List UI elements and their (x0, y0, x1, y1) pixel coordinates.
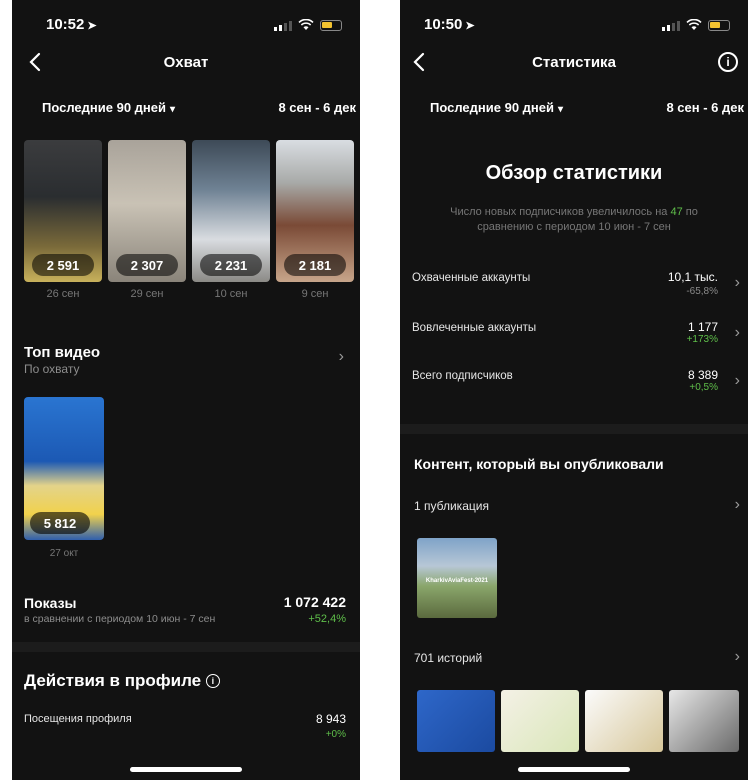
status-icons (274, 19, 342, 31)
story-thumbnail[interactable] (585, 690, 663, 752)
period-selector[interactable]: Последние 90 дней ▾ (42, 100, 175, 115)
story-thumbnail[interactable]: 2 591 (24, 140, 102, 282)
top-video-thumbnail[interactable]: 5 812 (24, 397, 104, 540)
status-time: 10:52 ➤ (46, 16, 97, 33)
reach-count: 2 591 (32, 254, 94, 276)
top-video-subtitle: По охвату (24, 362, 80, 376)
metric-delta: +173% (686, 334, 718, 345)
time-label: 10:50 (424, 16, 463, 33)
metric-delta: +0,5% (689, 382, 718, 393)
wifi-icon (686, 19, 702, 31)
wifi-icon (298, 19, 314, 31)
chevron-right-icon[interactable]: › (735, 648, 740, 666)
reach-count: 2 181 (284, 254, 346, 276)
thumb-date: 26 сен (46, 288, 80, 300)
page-title: Охват (163, 54, 209, 71)
new-followers-count: 47 (670, 206, 683, 218)
signal-icon (662, 21, 680, 31)
chevron-right-icon: › (734, 274, 740, 291)
impressions-value: 1 072 422 (283, 594, 346, 610)
date-range: 8 сен - 6 дек (278, 100, 356, 115)
reach-screen: 10:52 ➤ Охват Последние 90 дней ▾ 8 сен - … (12, 0, 360, 780)
period-label: Последние 90 дней (42, 100, 166, 115)
posts-label[interactable]: 1 публикация (414, 499, 489, 513)
profile-actions-label: Действия в профиле (24, 671, 202, 690)
location-icon: ➤ (87, 20, 97, 32)
chevron-down-icon: ▾ (170, 104, 176, 115)
story-thumbnail[interactable] (417, 690, 495, 752)
visits-value: 8 943 (315, 712, 346, 726)
story-thumbnail[interactable] (669, 690, 739, 752)
metric-delta: -65,8% (686, 286, 718, 297)
chevron-down-icon: ▾ (558, 104, 564, 115)
period-label: Последние 90 дней (430, 100, 554, 115)
status-bar: 10:52 ➤ (12, 10, 360, 40)
top-video-title: Топ видео (24, 344, 101, 361)
impressions-subtitle: в сравнении с периодом 10 июн - 7 сен (24, 613, 216, 625)
profile-actions-title: Действия в профиле i (24, 671, 220, 691)
chevron-right-icon[interactable]: › (339, 348, 344, 366)
nav-bar: Охват (12, 48, 360, 78)
time-label: 10:52 (46, 16, 85, 33)
reach-thumbnails: 2 591 26 сен 2 307 29 сен 2 231 10 сен 2… (24, 140, 360, 300)
page-title: Статистика (532, 54, 616, 71)
battery-icon (320, 20, 342, 31)
section-divider (12, 642, 360, 652)
content-title: Контент, который вы опубликовали (414, 456, 664, 472)
story-thumbnail[interactable]: 2 231 (192, 140, 270, 282)
stories-row (417, 690, 739, 752)
overview-text-before: Число новых подписчиков увеличилось на (450, 206, 668, 218)
location-icon: ➤ (465, 20, 475, 32)
chevron-right-icon: › (734, 372, 740, 389)
thumb-date: 29 сен (130, 288, 164, 300)
status-bar: 10:50 ➤ (400, 10, 748, 40)
metric-value: 8 389 (687, 368, 718, 382)
overview-title: Обзор статистики (485, 162, 663, 184)
metric-value: 1 177 (687, 320, 718, 334)
period-selector[interactable]: Последние 90 дней ▾ (430, 100, 563, 115)
stories-label[interactable]: 701 историй (414, 651, 482, 665)
date-range: 8 сен - 6 дек (666, 100, 744, 115)
chevron-right-icon: › (734, 324, 740, 341)
info-icon[interactable]: i (205, 674, 220, 688)
status-icons (662, 19, 730, 31)
story-thumbnail[interactable]: 2 181 (276, 140, 354, 282)
reach-count: 2 307 (116, 254, 178, 276)
thumb-date: 9 сен (301, 288, 329, 300)
signal-icon (274, 21, 292, 31)
info-icon[interactable]: i (718, 52, 738, 72)
home-indicator (518, 767, 630, 772)
video-date: 27 окт (49, 548, 79, 559)
overview-text: Число новых подписчиков увеличилось на 4… (430, 205, 718, 235)
filter-bar: Последние 90 дней ▾ 8 сен - 6 дек (12, 100, 360, 120)
nav-bar: Статистика i (400, 48, 748, 78)
video-view-count: 5 812 (30, 512, 90, 534)
status-time: 10:50 ➤ (424, 16, 475, 33)
battery-icon (708, 20, 730, 31)
story-thumbnail[interactable] (501, 690, 579, 752)
filter-bar: Последние 90 дней ▾ 8 сен - 6 дек (400, 100, 748, 120)
impressions-delta: +52,4% (308, 613, 346, 625)
metric-label: Охваченные аккаунты (412, 272, 531, 284)
post-caption: KharkivAviaFest-2021 (425, 578, 489, 584)
reach-count: 2 231 (200, 254, 262, 276)
stats-screen: 10:50 ➤ Статистика i Последние 90 дней ▾ 8… (400, 0, 748, 780)
post-thumbnail[interactable]: KharkivAviaFest-2021 (417, 538, 497, 618)
impressions-title: Показы (24, 595, 77, 611)
chevron-right-icon[interactable]: › (735, 496, 740, 514)
visits-label: Посещения профиля (24, 713, 132, 725)
metric-label: Всего подписчиков (412, 370, 513, 382)
section-divider (400, 424, 748, 434)
visits-delta: +0% (325, 729, 346, 740)
story-thumbnail[interactable]: 2 307 (108, 140, 186, 282)
metric-value: 10,1 тыс. (667, 270, 718, 284)
home-indicator (130, 767, 242, 772)
metric-label: Вовлеченные аккаунты (412, 322, 537, 334)
thumb-date: 10 сен (214, 288, 248, 300)
